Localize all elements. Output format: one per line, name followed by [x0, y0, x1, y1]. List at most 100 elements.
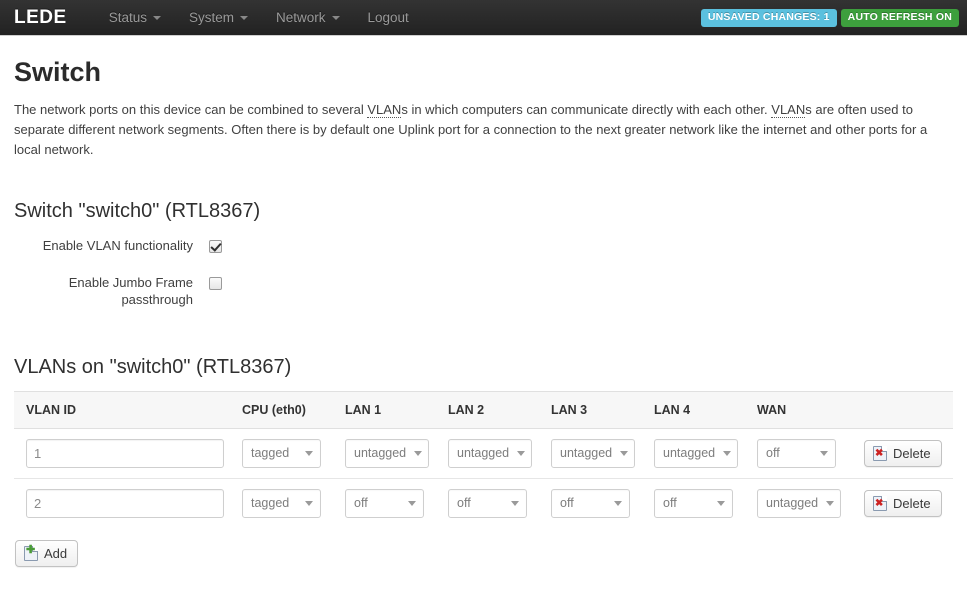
unsaved-changes-badge[interactable]: UNSAVED CHANGES: 1 [700, 9, 837, 27]
lan2-port-cell: untagged [448, 428, 551, 479]
vlan-id-input[interactable] [26, 488, 224, 518]
cpu-port-value: tagged [251, 446, 290, 461]
lan2-port-select[interactable]: off [448, 488, 527, 518]
cpu-port-select[interactable]: tagged [242, 488, 321, 518]
chevron-down-icon [152, 15, 161, 20]
vlan-abbr-2: VLAN [771, 101, 806, 118]
column-header-lan1: LAN 1 [345, 390, 448, 429]
vlan-abbr-1: VLAN [367, 101, 402, 118]
vlan-table-body: tagged untagged untagged [14, 428, 953, 528]
cpu-port-cell: tagged [242, 477, 345, 528]
column-header-actions [864, 390, 953, 429]
table-header-row: VLAN ID CPU (eth0) LAN 1 LAN 2 LAN 3 LAN… [14, 390, 953, 429]
vlan-id-cell [14, 428, 242, 479]
nav-item-status[interactable]: Status [95, 0, 175, 36]
lan3-port-cell: off [551, 477, 654, 528]
lan3-port-cell: untagged [551, 428, 654, 479]
lan1-port-cell: untagged [345, 428, 448, 479]
enable-jumbo-frame-field [209, 274, 222, 290]
nav-item-logout-label: Logout [367, 9, 409, 25]
chevron-down-icon [717, 500, 725, 506]
cpu-port-value: tagged [251, 496, 290, 511]
chevron-down-icon [620, 450, 629, 456]
lan4-port-value: untagged [663, 446, 716, 461]
main-menu: Status System Network Logout [95, 0, 423, 36]
nav-item-logout[interactable]: Logout [354, 0, 423, 36]
delete-button-label: Delete [893, 495, 931, 511]
chevron-down-icon [826, 500, 835, 506]
lan2-port-cell: off [448, 477, 551, 528]
nav-item-system[interactable]: System [175, 0, 262, 36]
brand-logo[interactable]: LEDE [14, 7, 67, 29]
intro-text-part-2: s in which computers can communicate dir… [401, 101, 772, 117]
enable-vlan-label: Enable VLAN functionality [42, 237, 193, 253]
switch-section-legend: Switch "switch0" (RTL8367) [14, 199, 261, 222]
wan-port-select[interactable]: off [757, 438, 836, 468]
column-header-vlan-id: VLAN ID [14, 390, 242, 429]
lan3-port-value: untagged [560, 446, 613, 461]
lan1-port-select[interactable]: off [345, 488, 424, 518]
wan-port-cell: untagged [757, 477, 864, 528]
add-button-wrapper: Add [15, 539, 953, 567]
cpu-port-cell: tagged [242, 428, 345, 479]
add-vlan-button[interactable]: Add [15, 539, 79, 567]
delete-button[interactable]: Delete [864, 489, 942, 517]
lan2-port-select[interactable]: untagged [448, 438, 532, 468]
top-navbar: LEDE Status System Network Logout UNSAVE… [0, 0, 967, 36]
lan2-port-value: untagged [457, 446, 510, 461]
vlan-section-legend: VLANs on "switch0" (RTL8367) [14, 355, 292, 378]
actions-cell: Delete [864, 428, 953, 479]
wan-port-select[interactable]: untagged [757, 488, 841, 518]
lan4-port-select[interactable]: off [654, 488, 733, 518]
column-header-lan3: LAN 3 [551, 390, 654, 429]
wan-port-value: untagged [766, 496, 819, 511]
intro-text-part-1: The network ports on this device can be … [14, 101, 368, 117]
enable-vlan-checkbox[interactable] [209, 239, 222, 253]
enable-vlan-row: Enable VLAN functionality [14, 237, 953, 254]
add-icon [24, 543, 38, 561]
delete-icon [873, 445, 887, 461]
lan4-port-select[interactable]: untagged [654, 438, 738, 468]
nav-item-network-label: Network [275, 9, 326, 25]
lan1-port-cell: off [345, 477, 448, 528]
chevron-down-icon [614, 500, 622, 506]
chevron-down-icon [408, 500, 416, 506]
vlan-id-input[interactable] [26, 438, 224, 468]
page-content: Switch The network ports on this device … [0, 57, 967, 567]
nav-item-system-label: System [188, 9, 234, 25]
lan3-port-select[interactable]: untagged [551, 438, 635, 468]
vlan-table: VLAN ID CPU (eth0) LAN 1 LAN 2 LAN 3 LAN… [14, 390, 953, 528]
column-header-wan: WAN [757, 390, 864, 429]
chevron-down-icon [820, 450, 828, 456]
nav-item-status-label: Status [108, 9, 147, 25]
vlan-table-head: VLAN ID CPU (eth0) LAN 1 LAN 2 LAN 3 LAN… [14, 390, 953, 429]
enable-jumbo-frame-label: Enable Jumbo Frame passthrough [68, 274, 193, 307]
page-description: The network ports on this device can be … [14, 100, 952, 160]
lan3-port-select[interactable]: off [551, 488, 630, 518]
delete-button[interactable]: Delete [864, 439, 942, 467]
column-header-lan4: LAN 4 [654, 390, 757, 429]
lan4-port-cell: untagged [654, 428, 757, 479]
table-row: tagged off off [14, 477, 953, 528]
chevron-down-icon [305, 500, 313, 506]
lan1-port-value: off [354, 496, 368, 511]
chevron-down-icon [517, 450, 526, 456]
enable-vlan-field [209, 237, 222, 253]
chevron-down-icon [331, 15, 340, 20]
enable-jumbo-frame-row: Enable Jumbo Frame passthrough [14, 274, 953, 308]
page-title: Switch [14, 57, 102, 87]
table-row: tagged untagged untagged [14, 428, 953, 479]
wan-port-value: off [766, 446, 780, 461]
actions-cell: Delete [864, 477, 953, 528]
auto-refresh-badge[interactable]: AUTO REFRESH ON [840, 9, 959, 27]
navbar-status-badges: UNSAVED CHANGES: 1 AUTO REFRESH ON [700, 0, 959, 36]
lan3-port-value: off [560, 496, 574, 511]
chevron-down-icon [414, 450, 423, 456]
lan4-port-value: off [663, 496, 677, 511]
chevron-down-icon [239, 15, 248, 20]
lan1-port-select[interactable]: untagged [345, 438, 429, 468]
enable-jumbo-frame-checkbox[interactable] [209, 276, 222, 290]
lan2-port-value: off [457, 496, 471, 511]
cpu-port-select[interactable]: tagged [242, 438, 321, 468]
nav-item-network[interactable]: Network [262, 0, 354, 36]
